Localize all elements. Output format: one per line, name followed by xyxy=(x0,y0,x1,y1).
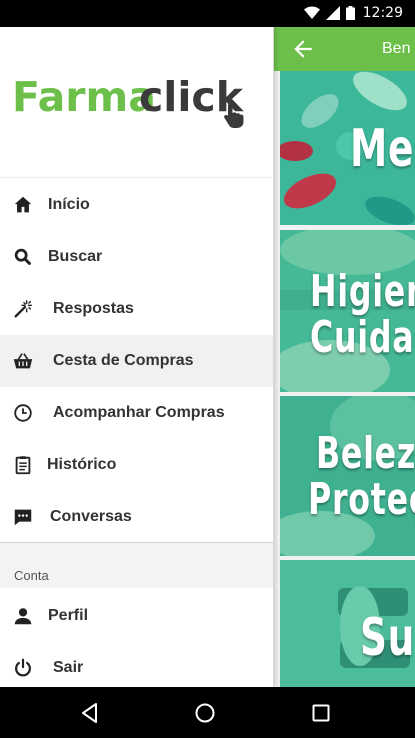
menu-item-sair[interactable]: Sair xyxy=(0,642,273,687)
menu-item-perfil[interactable]: Perfil xyxy=(0,590,273,642)
signal-icon xyxy=(325,6,340,20)
main-content: Ben Med Higiene Cuidad Beleza P xyxy=(274,27,415,687)
category-title: Med xyxy=(350,119,415,179)
category-tile[interactable]: Su xyxy=(280,560,415,687)
basket-icon xyxy=(13,353,33,369)
category-title: Su xyxy=(360,608,415,668)
chat-icon xyxy=(14,509,32,526)
arrow-left-icon[interactable] xyxy=(290,36,316,62)
menu-item-label: Perfil xyxy=(48,607,89,624)
menu-item-historico[interactable]: Histórico xyxy=(0,439,273,491)
status-bar: 12:29 xyxy=(0,0,415,27)
farmaclick-logo: Farma click xyxy=(12,71,262,131)
menu-item-label: Respostas xyxy=(53,300,134,317)
battery-icon xyxy=(345,6,355,20)
app-bar: Ben xyxy=(274,27,415,71)
menu-item-buscar[interactable]: Buscar xyxy=(0,231,273,283)
category-tile[interactable]: Beleza Proteç xyxy=(280,396,415,556)
menu-item-label: Início xyxy=(48,196,90,213)
home-nav-icon[interactable] xyxy=(192,700,218,726)
clock-icon xyxy=(14,404,32,422)
hand-cursor-icon xyxy=(224,103,244,128)
clock-time: 12:29 xyxy=(362,5,403,21)
category-title: Higiene xyxy=(310,266,415,317)
category-tile[interactable]: Higiene Cuidad xyxy=(280,230,415,392)
category-title: Beleza xyxy=(316,428,415,479)
power-icon xyxy=(15,658,31,677)
wifi-icon xyxy=(303,6,320,19)
category-subtitle: Proteç xyxy=(308,474,415,525)
home-icon xyxy=(14,196,32,213)
app-bar-title: Ben xyxy=(382,40,411,57)
recents-nav-icon[interactable] xyxy=(308,700,334,726)
menu-item-cesta-de-compras[interactable]: Cesta de Compras xyxy=(0,335,273,387)
section-title: Conta xyxy=(14,568,49,583)
search-icon xyxy=(14,248,31,265)
menu-item-label: Acompanhar Compras xyxy=(53,404,225,421)
clipboard-icon xyxy=(15,456,31,475)
category-tile[interactable]: Med xyxy=(280,71,415,225)
menu-item-inicio[interactable]: Início xyxy=(0,179,273,231)
drawer-header-divider xyxy=(0,177,274,178)
back-nav-icon[interactable] xyxy=(77,700,103,726)
menu-item-respostas[interactable]: Respostas xyxy=(0,283,273,335)
menu-item-label: Cesta de Compras xyxy=(53,352,194,369)
account-section-header: Conta xyxy=(0,542,273,588)
menu-item-conversas[interactable]: Conversas xyxy=(0,491,273,543)
magic-wand-icon xyxy=(14,300,32,318)
menu-item-label: Buscar xyxy=(48,248,103,265)
logo-part-1: Farma xyxy=(12,73,156,121)
system-navigation-bar xyxy=(0,687,415,738)
menu-item-acompanhar-compras[interactable]: Acompanhar Compras xyxy=(0,387,273,439)
menu-item-label: Sair xyxy=(53,659,84,676)
person-icon xyxy=(14,608,32,625)
navigation-drawer: Farma click Início Buscar Respostas Cest… xyxy=(0,27,274,687)
menu-item-label: Conversas xyxy=(50,508,132,525)
menu-item-label: Histórico xyxy=(47,456,117,473)
category-subtitle: Cuidad xyxy=(310,312,415,363)
